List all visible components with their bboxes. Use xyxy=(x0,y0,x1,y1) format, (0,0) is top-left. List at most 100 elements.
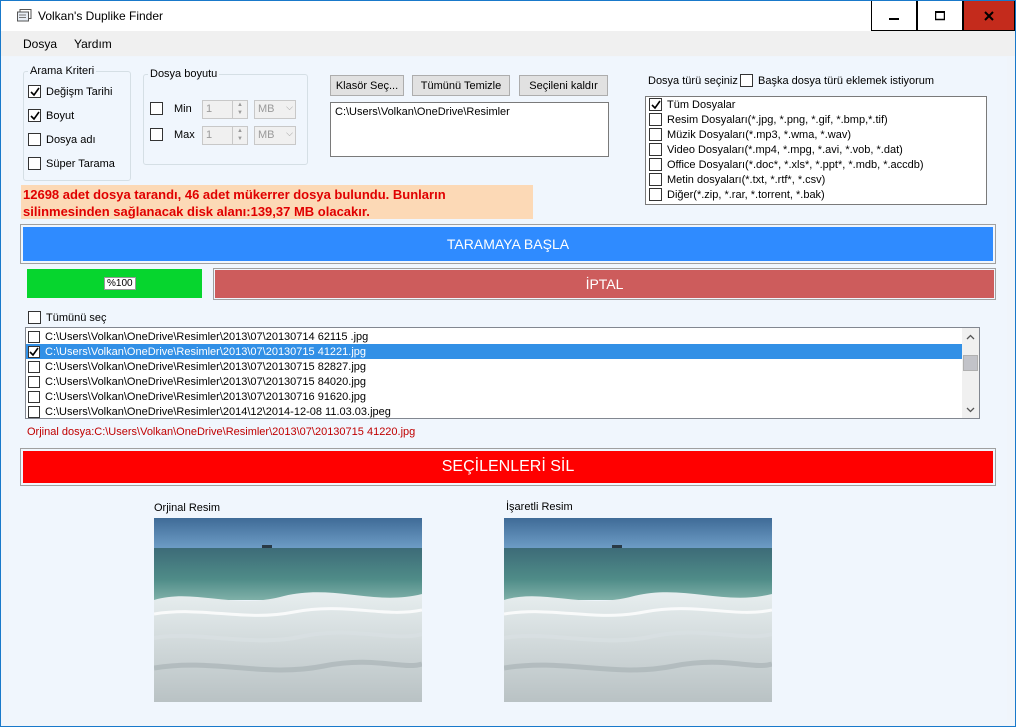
list-scrollbar[interactable] xyxy=(962,328,979,418)
checkmark-icon xyxy=(650,100,661,109)
filetype-music[interactable]: Müzik Dosyaları(*.mp3, *.wma, *.wav) xyxy=(649,128,851,141)
list-item[interactable]: C:\Users\Volkan\OneDrive\Resimler\2014\1… xyxy=(26,404,963,419)
close-icon xyxy=(984,10,994,21)
clear-all-button[interactable]: Tümünü Temizle xyxy=(412,75,510,96)
row-checkbox[interactable] xyxy=(28,375,40,388)
criteria-filename-checkbox[interactable] xyxy=(28,133,41,146)
window-title: Volkan's Duplike Finder xyxy=(38,9,164,23)
delete-selected-button[interactable]: SEÇİLENLERİ SİL xyxy=(23,451,993,483)
filetype-video[interactable]: Video Dosyaları(*.mp4, *.mpg, *.avi, *.v… xyxy=(649,143,903,156)
size-max[interactable]: Max xyxy=(150,128,195,141)
criteria-super-scan-checkbox[interactable] xyxy=(28,157,41,170)
list-item[interactable]: C:\Users\Volkan\OneDrive\Resimler\2013\0… xyxy=(26,329,963,344)
filetype-video-checkbox[interactable] xyxy=(649,143,662,156)
list-item[interactable]: C:\Users\Volkan\OneDrive\Resimler\2013\0… xyxy=(26,374,963,389)
size-min-unit-select[interactable]: MB ⌵ xyxy=(254,100,296,119)
list-item[interactable]: C:\Users\Volkan\OneDrive\Resimler\2013\0… xyxy=(26,389,963,404)
row-checkbox[interactable] xyxy=(28,330,40,343)
size-max-unit-select[interactable]: MB ⌵ xyxy=(254,126,296,145)
extra-filetype-checkbox[interactable] xyxy=(740,74,753,87)
size-max-stepper[interactable]: 1 ▲ ▼ xyxy=(202,126,248,145)
size-max-label: Max xyxy=(174,128,195,141)
stepper-up-icon[interactable]: ▲ xyxy=(233,127,247,135)
criteria-modified-date-checkbox[interactable] xyxy=(28,85,41,98)
minimize-icon xyxy=(889,17,899,20)
stepper-down-icon[interactable]: ▼ xyxy=(233,109,247,117)
checkmark-icon xyxy=(29,111,40,120)
filetype-other-checkbox[interactable] xyxy=(649,188,662,201)
filetype-all-checkbox[interactable] xyxy=(649,98,662,111)
criteria-modified-date[interactable]: Değişm Tarihi xyxy=(28,85,112,98)
row-checkbox[interactable] xyxy=(28,360,40,373)
title-bar: Volkan's Duplike Finder xyxy=(1,1,1015,31)
filetype-images-checkbox[interactable] xyxy=(649,113,662,126)
scroll-up-icon[interactable] xyxy=(963,329,978,344)
scroll-thumb[interactable] xyxy=(963,355,978,371)
filetype-music-label: Müzik Dosyaları(*.mp3, *.wma, *.wav) xyxy=(667,128,851,141)
size-max-checkbox[interactable] xyxy=(150,128,163,141)
filetype-list: Tüm Dosyalar Resim Dosyaları(*.jpg, *.pn… xyxy=(645,96,987,205)
criteria-size[interactable]: Boyut xyxy=(28,109,74,122)
row-checkbox[interactable] xyxy=(28,345,40,358)
extra-filetype[interactable]: Başka dosya türü eklemek istiyorum xyxy=(740,74,934,87)
stepper-down-icon[interactable]: ▼ xyxy=(233,135,247,143)
size-min-unit: MB xyxy=(258,103,275,115)
marked-image-caption: İşaretli Resim xyxy=(506,501,573,513)
size-min[interactable]: Min xyxy=(150,102,192,115)
minimize-button[interactable] xyxy=(871,1,917,31)
row-checkbox[interactable] xyxy=(28,405,40,418)
extra-filetype-label: Başka dosya türü eklemek istiyorum xyxy=(758,74,935,87)
scan-summary-line2: silinmesinden sağlanacak disk alanı:139,… xyxy=(23,204,370,219)
stepper-up-icon[interactable]: ▲ xyxy=(233,101,247,109)
filetype-other[interactable]: Diğer(*.zip, *.rar, *.torrent, *.bak) xyxy=(649,188,825,201)
filetype-office[interactable]: Office Dosyaları(*.doc*, *.xls*, *.ppt*,… xyxy=(649,158,924,171)
folder-list[interactable]: C:\Users\Volkan\OneDrive\Resimler xyxy=(330,102,609,157)
filetype-images-label: Resim Dosyaları(*.jpg, *.png, *.gif, *.b… xyxy=(667,113,888,126)
select-all[interactable]: Tümünü seç xyxy=(28,311,107,324)
filetype-office-checkbox[interactable] xyxy=(649,158,662,171)
criteria-modified-date-label: Değişm Tarihi xyxy=(46,85,113,98)
marked-image-preview xyxy=(504,518,772,702)
maximize-button[interactable] xyxy=(917,1,963,31)
criteria-super-scan[interactable]: Süper Tarama xyxy=(28,157,115,170)
folder-path[interactable]: C:\Users\Volkan\OneDrive\Resimler xyxy=(335,106,604,118)
filetype-music-checkbox[interactable] xyxy=(649,128,662,141)
criteria-size-label: Boyut xyxy=(46,109,75,122)
filetype-all[interactable]: Tüm Dosyalar xyxy=(649,98,735,111)
row-checkbox[interactable] xyxy=(28,390,40,403)
filetype-text[interactable]: Metin dosyaları(*.txt, *.rtf*, *.csv) xyxy=(649,173,825,186)
row-path: C:\Users\Volkan\OneDrive\Resimler\2013\0… xyxy=(45,330,369,343)
menu-dosya[interactable]: Dosya xyxy=(23,37,57,51)
menu-yardim[interactable]: Yardım xyxy=(74,37,112,51)
menu-bar: Dosya Yardım xyxy=(1,31,1015,56)
start-scan-button[interactable]: TARAMAYA BAŞLA xyxy=(23,227,993,261)
original-image-caption: Orjinal Resim xyxy=(154,502,221,514)
select-all-checkbox[interactable] xyxy=(28,311,41,324)
remove-selected-button[interactable]: Seçileni kaldır xyxy=(519,75,608,96)
size-min-stepper[interactable]: 1 ▲ ▼ xyxy=(202,100,248,119)
criteria-size-checkbox[interactable] xyxy=(28,109,41,122)
scan-summary-line1: 12698 adet dosya tarandı, 46 adet mükerr… xyxy=(23,187,446,202)
duplicate-list[interactable]: C:\Users\Volkan\OneDrive\Resimler\2013\0… xyxy=(25,327,980,419)
filetype-text-checkbox[interactable] xyxy=(649,173,662,186)
checkmark-icon xyxy=(29,87,40,96)
row-path: C:\Users\Volkan\OneDrive\Resimler\2013\0… xyxy=(45,390,367,403)
list-item[interactable]: C:\Users\Volkan\OneDrive\Resimler\2013\0… xyxy=(26,359,963,374)
select-folder-button[interactable]: Klasör Seç... xyxy=(330,75,404,96)
cancel-button[interactable]: İPTAL xyxy=(215,270,994,298)
filetype-all-label: Tüm Dosyalar xyxy=(667,98,736,111)
filetype-images[interactable]: Resim Dosyaları(*.jpg, *.png, *.gif, *.b… xyxy=(649,113,888,126)
search-criteria-title: Arama Kriteri xyxy=(28,65,97,77)
filetype-text-label: Metin dosyaları(*.txt, *.rtf*, *.csv) xyxy=(667,173,826,186)
progress-label: %100 xyxy=(104,277,136,290)
filetype-video-label: Video Dosyaları(*.mp4, *.mpg, *.avi, *.v… xyxy=(667,143,903,156)
criteria-filename[interactable]: Dosya adı xyxy=(28,133,96,146)
close-button[interactable] xyxy=(963,1,1015,31)
row-path: C:\Users\Volkan\OneDrive\Resimler\2013\0… xyxy=(45,345,367,358)
scroll-down-icon[interactable] xyxy=(963,402,978,417)
row-path: C:\Users\Volkan\OneDrive\Resimler\2014\1… xyxy=(45,405,391,418)
size-min-checkbox[interactable] xyxy=(150,102,163,115)
criteria-filename-label: Dosya adı xyxy=(46,133,96,146)
progress-bar: %100 xyxy=(27,269,202,298)
list-item[interactable]: C:\Users\Volkan\OneDrive\Resimler\2013\0… xyxy=(26,344,963,359)
